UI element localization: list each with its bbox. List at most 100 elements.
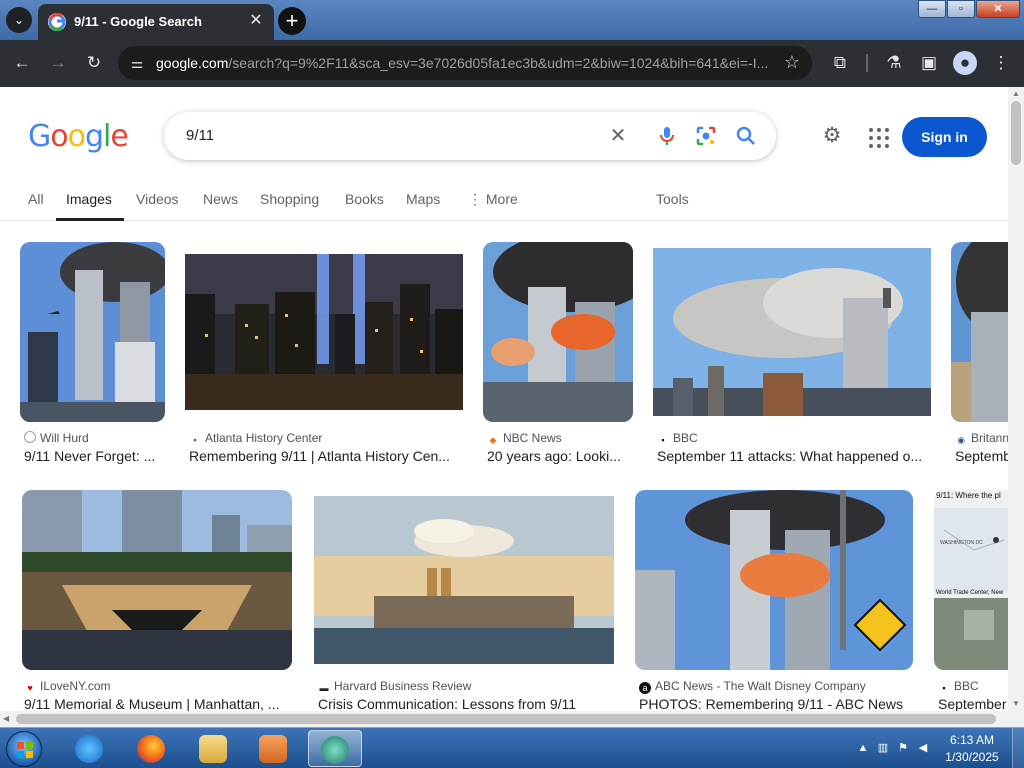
folder-icon: [199, 735, 227, 763]
clear-search-icon[interactable]: ✕: [606, 124, 630, 148]
horizontal-scrollbar[interactable]: ◀: [0, 711, 1024, 727]
result-source-8[interactable]: a ABC News - The Walt Disney Company: [639, 679, 914, 694]
lens-search-icon[interactable]: [694, 124, 718, 148]
result-title-3[interactable]: 20 years ago: Looki...: [487, 448, 625, 464]
sign-in-button[interactable]: Sign in: [902, 117, 987, 157]
maximize-button[interactable]: ▫: [947, 0, 975, 18]
result-title-1[interactable]: 9/11 Never Forget: ...: [24, 448, 164, 464]
minimize-button[interactable]: —: [918, 0, 946, 18]
clock-time[interactable]: 6:13 AM: [942, 733, 1002, 747]
tab-videos[interactable]: Videos: [136, 191, 179, 207]
source-name: Atlanta History Center: [205, 431, 323, 445]
source-favicon-icon: ◉: [957, 435, 965, 445]
result-title-5[interactable]: Septemb: [955, 448, 1008, 464]
result-source-5[interactable]: ◉ Britann: [955, 431, 1008, 446]
bookmark-star-icon[interactable]: ☆: [784, 52, 800, 73]
vertical-scroll-thumb[interactable]: [1011, 101, 1021, 165]
taskbar-file-explorer[interactable]: [186, 730, 240, 767]
new-tab-button[interactable]: +: [278, 7, 306, 35]
result-title-4[interactable]: September 11 attacks: What happened o...: [657, 448, 929, 464]
result-image-1[interactable]: [20, 242, 165, 422]
address-bar[interactable]: ⚌ google.com/search?q=9%2F11&sca_esv=3e7…: [118, 46, 812, 80]
back-arrow-icon[interactable]: ←: [10, 51, 34, 75]
result-image-7[interactable]: [314, 496, 614, 664]
site-info-icon[interactable]: ⚌: [128, 54, 146, 72]
tab-search-button[interactable]: ⌄: [6, 7, 32, 33]
action-center-flag-icon[interactable]: ⚑: [896, 741, 910, 755]
result-source-3[interactable]: ◆ NBC News: [487, 431, 637, 446]
result-image-6[interactable]: [22, 490, 292, 670]
result-image-2[interactable]: [185, 254, 463, 410]
source-favicon-icon: ▬: [319, 683, 329, 693]
voice-search-icon[interactable]: [655, 124, 679, 148]
taskbar-media-player[interactable]: [246, 730, 300, 767]
result-title-6[interactable]: 9/11 Memorial & Museum | Manhattan, ...: [24, 696, 288, 711]
url-host: google.com: [156, 55, 229, 71]
scroll-left-arrow-icon[interactable]: ◀: [3, 714, 9, 723]
tab-close-icon[interactable]: ✕: [246, 11, 266, 31]
source-name: Harvard Business Review: [334, 679, 472, 693]
result-source-1[interactable]: Will Hurd: [24, 431, 174, 445]
taskbar-chrome-app[interactable]: [308, 730, 362, 767]
source-name: Will Hurd: [40, 431, 89, 445]
labs-flask-icon[interactable]: ⚗: [882, 51, 906, 75]
clock-date[interactable]: 1/30/2025: [942, 750, 1002, 764]
taskbar-firefox[interactable]: [124, 730, 178, 767]
google-logo[interactable]: Google: [28, 119, 129, 154]
volume-muted-icon[interactable]: ◀: [916, 741, 930, 755]
search-icon[interactable]: [734, 124, 758, 148]
scroll-down-arrow-icon[interactable]: ▼: [1011, 699, 1021, 709]
result-source-9[interactable]: ▪ BBC: [938, 679, 1008, 694]
tab-images[interactable]: Images: [66, 191, 112, 207]
browser-app-icon: [321, 736, 349, 764]
extensions-icon[interactable]: ⧉: [828, 51, 852, 75]
result-source-6[interactable]: ♥ ILoveNY.com: [24, 679, 294, 694]
tab-more[interactable]: ⋮ More: [468, 191, 518, 208]
reload-icon[interactable]: ↻: [82, 51, 106, 75]
result-image-8[interactable]: [635, 490, 913, 670]
source-favicon-icon: [24, 431, 36, 443]
scroll-up-arrow-icon[interactable]: ▲: [1011, 89, 1021, 99]
source-name: BBC: [673, 431, 698, 445]
result-title-2[interactable]: Remembering 9/11 | Atlanta History Cen..…: [189, 448, 461, 464]
url-text[interactable]: google.com/search?q=9%2F11&sca_esv=3e702…: [156, 55, 776, 71]
vertical-scrollbar[interactable]: ▲ ▼: [1008, 87, 1024, 711]
result-image-9[interactable]: 9/11: Where the pl WASHINGTON DC World T…: [934, 490, 1008, 670]
tab-all[interactable]: All: [28, 191, 44, 207]
result-title-9[interactable]: September: [938, 696, 1008, 711]
start-button[interactable]: [6, 731, 42, 767]
search-box[interactable]: 9/11 ✕: [164, 112, 776, 160]
google-apps-icon[interactable]: [867, 126, 889, 148]
result-title-7[interactable]: Crisis Communication: Lessons from 9/11: [318, 696, 614, 711]
taskbar-internet-explorer[interactable]: [62, 730, 116, 767]
tab-tools[interactable]: Tools: [656, 191, 689, 207]
tab-shopping[interactable]: Shopping: [260, 191, 319, 207]
network-icon[interactable]: ▥: [876, 741, 890, 755]
search-input[interactable]: 9/11: [186, 127, 214, 144]
browser-tab[interactable]: 9/11 - Google Search ✕: [38, 4, 274, 40]
internet-explorer-icon: [75, 735, 103, 763]
result-image-5[interactable]: [951, 242, 1008, 422]
logo-letter: G: [28, 119, 51, 154]
horizontal-scroll-thumb[interactable]: [16, 714, 996, 724]
forward-arrow-icon[interactable]: →: [46, 51, 70, 75]
result-image-4[interactable]: [653, 248, 931, 416]
close-window-button[interactable]: ✕: [976, 0, 1020, 18]
logo-letter: g: [84, 119, 104, 154]
settings-gear-icon[interactable]: ⚙: [820, 124, 844, 148]
result-source-2[interactable]: ▪ Atlanta History Center: [189, 431, 469, 446]
result-image-3[interactable]: [483, 242, 633, 422]
source-favicon-icon: ▪: [661, 435, 665, 445]
result-title-8[interactable]: PHOTOS: Remembering 9/11 - ABC News: [639, 696, 911, 711]
show-hidden-icons-icon[interactable]: ▲: [856, 741, 870, 755]
tab-books[interactable]: Books: [345, 191, 384, 207]
result-source-7[interactable]: ▬ Harvard Business Review: [318, 679, 608, 694]
source-favicon-icon: a: [639, 682, 651, 694]
browser-menu-icon[interactable]: ⋮: [989, 51, 1013, 75]
tab-news[interactable]: News: [203, 191, 238, 207]
tab-maps[interactable]: Maps: [406, 191, 440, 207]
side-panel-icon[interactable]: ▣: [917, 51, 941, 75]
show-desktop-button[interactable]: [1012, 728, 1024, 768]
profile-avatar-icon[interactable]: ●: [953, 51, 977, 75]
result-source-4[interactable]: ▪ BBC: [657, 431, 927, 446]
